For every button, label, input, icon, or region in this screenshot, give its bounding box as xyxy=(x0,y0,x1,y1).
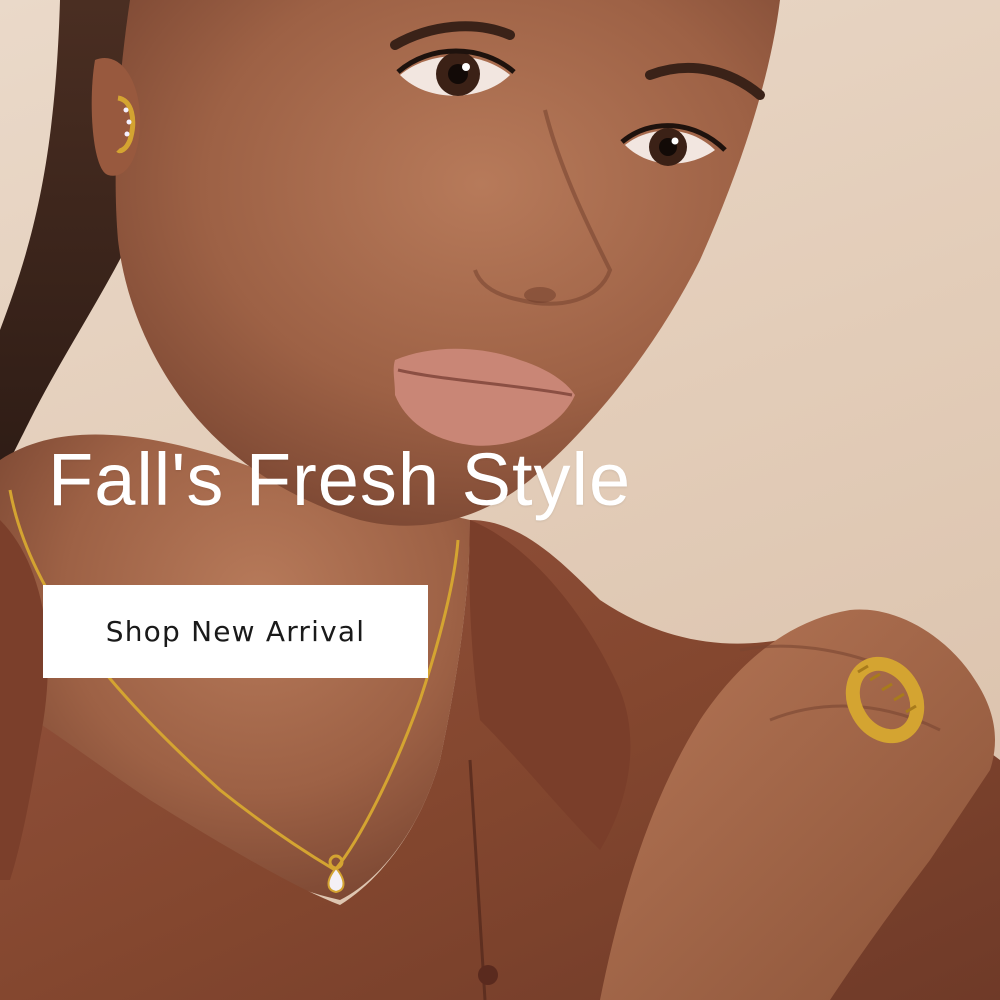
shirt-button xyxy=(478,965,498,985)
hero-headline: Fall's Fresh Style xyxy=(48,438,632,521)
shop-new-arrival-button[interactable]: Shop New Arrival xyxy=(43,585,428,678)
hero-banner: Fall's Fresh Style Shop New Arrival xyxy=(0,0,1000,1000)
